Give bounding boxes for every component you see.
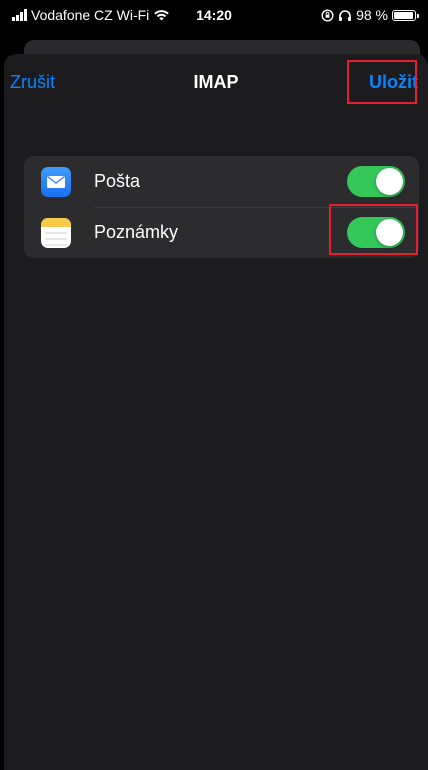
settings-row-label: Poznámky [94,222,179,242]
save-button-highlight [347,60,417,104]
status-right: 98 % [321,0,419,30]
notes-toggle-highlight [329,204,418,255]
mail-toggle[interactable] [347,166,405,197]
status-bar: Vodafone CZ Wi-Fi 14:20 98 % [0,0,428,30]
settings-row-label: Pošta [94,171,141,191]
imap-sheet: Zrušit IMAP Uložit Pošta Poznámky [4,54,428,770]
screen: Vodafone CZ Wi-Fi 14:20 98 % Zrušit IMAP… [0,0,428,770]
settings-row-mail: Pošta [24,156,419,207]
battery-percent: 98 % [356,7,388,23]
headphones-icon [339,9,352,21]
battery-icon [392,9,419,21]
notes-app-icon [41,218,71,248]
orientation-lock-icon [321,8,334,22]
battery-level [394,11,413,19]
toggle-knob [376,168,403,195]
mail-app-icon [41,167,71,197]
